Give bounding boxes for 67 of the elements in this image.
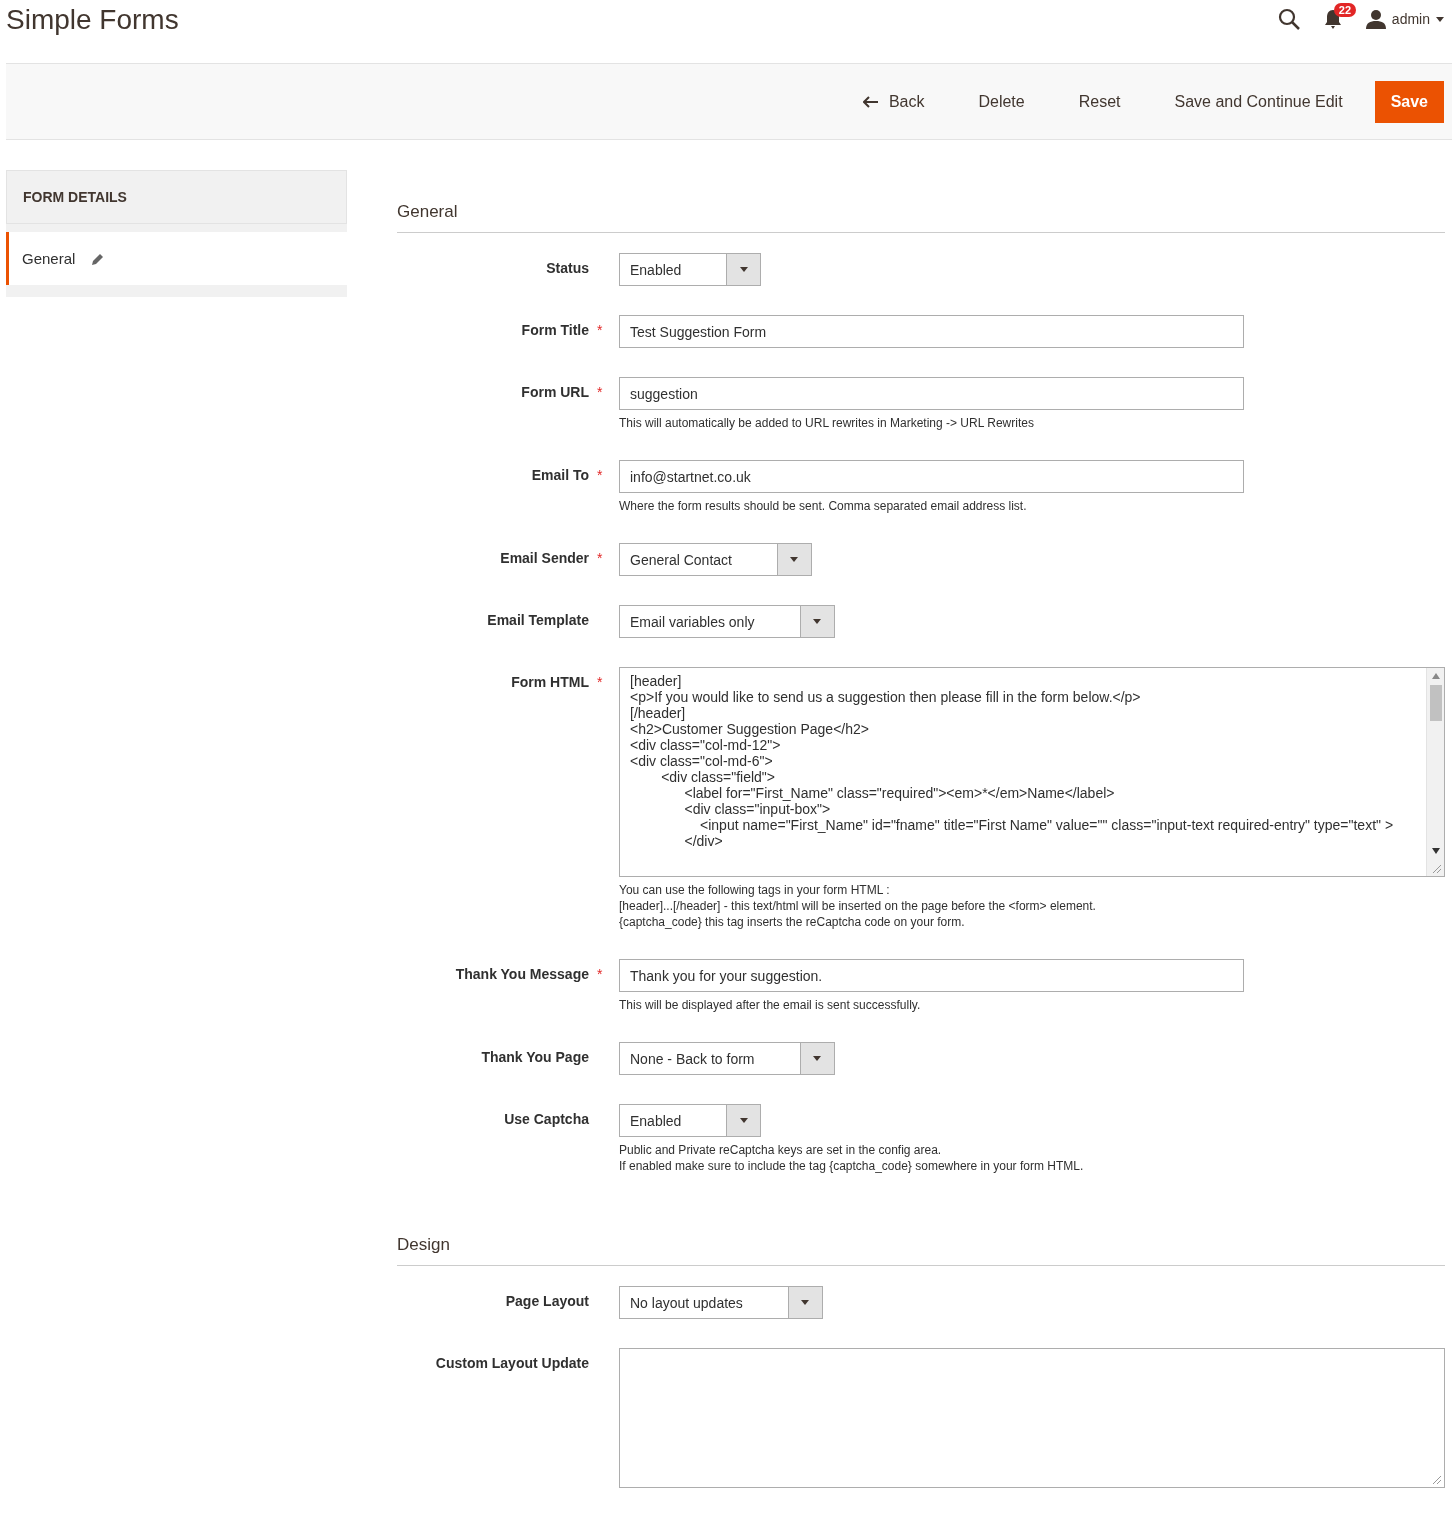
required-mark: *: [597, 966, 604, 982]
resize-grip-icon[interactable]: [1432, 1475, 1442, 1485]
action-button[interactable]: Save and Continue Edit: [1158, 80, 1359, 123]
user-menu[interactable]: admin: [1365, 9, 1444, 29]
user-icon: [1365, 9, 1386, 29]
text-field[interactable]: Test Suggestion Form: [619, 315, 1244, 348]
select-field[interactable]: Enabled: [619, 1104, 762, 1137]
required-mark: *: [597, 384, 604, 400]
textarea-field[interactable]: [header] <p>If you would like to send us a suggestion then please fill in the form below.</p> [/header] <h2>Customer Suggestion Page</h2> <div class="col-md-12"> <div class="col-md-6"> <div class="field"> <label for="First_Name" class="required"><em>*</em>Name</label> <div class="input-box"> <input name="First_Name" id="fname" title="First Name" value="" class="input-text required-entry" type="text" > </div>: [619, 667, 1445, 877]
sidebar-item[interactable]: General: [6, 232, 347, 285]
scrollbar[interactable]: [1426, 668, 1444, 876]
field-note: Public and Private reCaptcha keys are set in the config area.: [619, 1142, 943, 1158]
required-mark: *: [597, 467, 604, 483]
section-title: General: [397, 170, 1445, 233]
dropdown-arrow-icon: [739, 267, 748, 272]
back-arrow-icon: [862, 95, 879, 108]
action-button[interactable]: Delete: [962, 80, 1041, 123]
text-field[interactable]: info@startnet.co.uk: [619, 460, 1244, 493]
field-note: This will automatically be added to URL rewrites in Marketing -> URL Rewrites: [619, 415, 1034, 431]
dropdown-arrow-icon: [813, 619, 821, 624]
field-label: Email Template: [487, 612, 589, 628]
dropdown-arrow-icon: [790, 557, 799, 562]
pencil-icon: [91, 251, 106, 266]
required-mark: *: [597, 674, 604, 690]
field-label: Thank You Message: [455, 966, 589, 982]
field-note: You can use the following tags in your form HTML :: [619, 882, 891, 898]
dropdown-arrow-icon: [1436, 16, 1444, 22]
page-title: Simple Forms: [6, 4, 179, 36]
field-note: Where the form results should be sent. Comma separated email address list.: [619, 498, 1027, 514]
scroll-down-icon[interactable]: [1431, 848, 1440, 854]
save-button[interactable]: Save: [1374, 80, 1444, 123]
sidebar-title: FORM DETAILS: [6, 170, 347, 224]
select-field[interactable]: Enabled: [619, 253, 762, 286]
action-button[interactable]: Reset: [1062, 80, 1137, 123]
dropdown-arrow-icon: [813, 1056, 821, 1061]
field-note: If enabled make sure to include the tag {captcha_code} somewhere in your form HTML.: [619, 1158, 1084, 1174]
search-icon[interactable]: [1277, 8, 1300, 30]
field-label: Form HTML: [511, 674, 589, 690]
field-label: Email Sender: [500, 550, 589, 566]
field-note: [header]...[/header] - this text/html will be inserted on the page before the <form> element.: [619, 898, 1096, 914]
scroll-thumb[interactable]: [1429, 685, 1442, 721]
select-field[interactable]: General Contact: [619, 543, 812, 576]
field-label: Use Captcha: [504, 1111, 589, 1127]
resize-grip-icon[interactable]: [1432, 864, 1442, 874]
required-mark: *: [597, 550, 604, 566]
section-title: Design: [397, 1203, 1445, 1266]
field-note: {captcha_code} this tag inserts the reCaptcha code on your form.: [619, 914, 966, 930]
field-label: Page Layout: [505, 1293, 589, 1309]
dropdown-arrow-icon: [739, 1118, 748, 1123]
dropdown-arrow-icon: [801, 1300, 810, 1305]
select-field[interactable]: None - Back to form: [619, 1042, 835, 1075]
field-label: Status: [546, 260, 589, 276]
textarea-field[interactable]: [619, 1348, 1445, 1488]
field-label: Custom Layout Update: [435, 1355, 589, 1371]
text-field[interactable]: Thank you for your suggestion.: [619, 959, 1244, 992]
field-label: Form URL: [521, 384, 589, 400]
required-mark: *: [597, 322, 604, 338]
select-field[interactable]: Email variables only: [619, 605, 835, 638]
text-field[interactable]: suggestion: [619, 377, 1244, 410]
field-note: This will be displayed after the email is sent successfully.: [619, 997, 921, 1013]
notification-count: 22: [1333, 3, 1357, 17]
back-button[interactable]: Back: [846, 80, 941, 123]
field-label: Form Title: [521, 322, 589, 338]
select-field[interactable]: No layout updates: [619, 1286, 823, 1319]
field-label: Email To: [531, 467, 589, 483]
field-label: Thank You Page: [481, 1049, 589, 1065]
scroll-up-icon[interactable]: [1431, 673, 1440, 679]
